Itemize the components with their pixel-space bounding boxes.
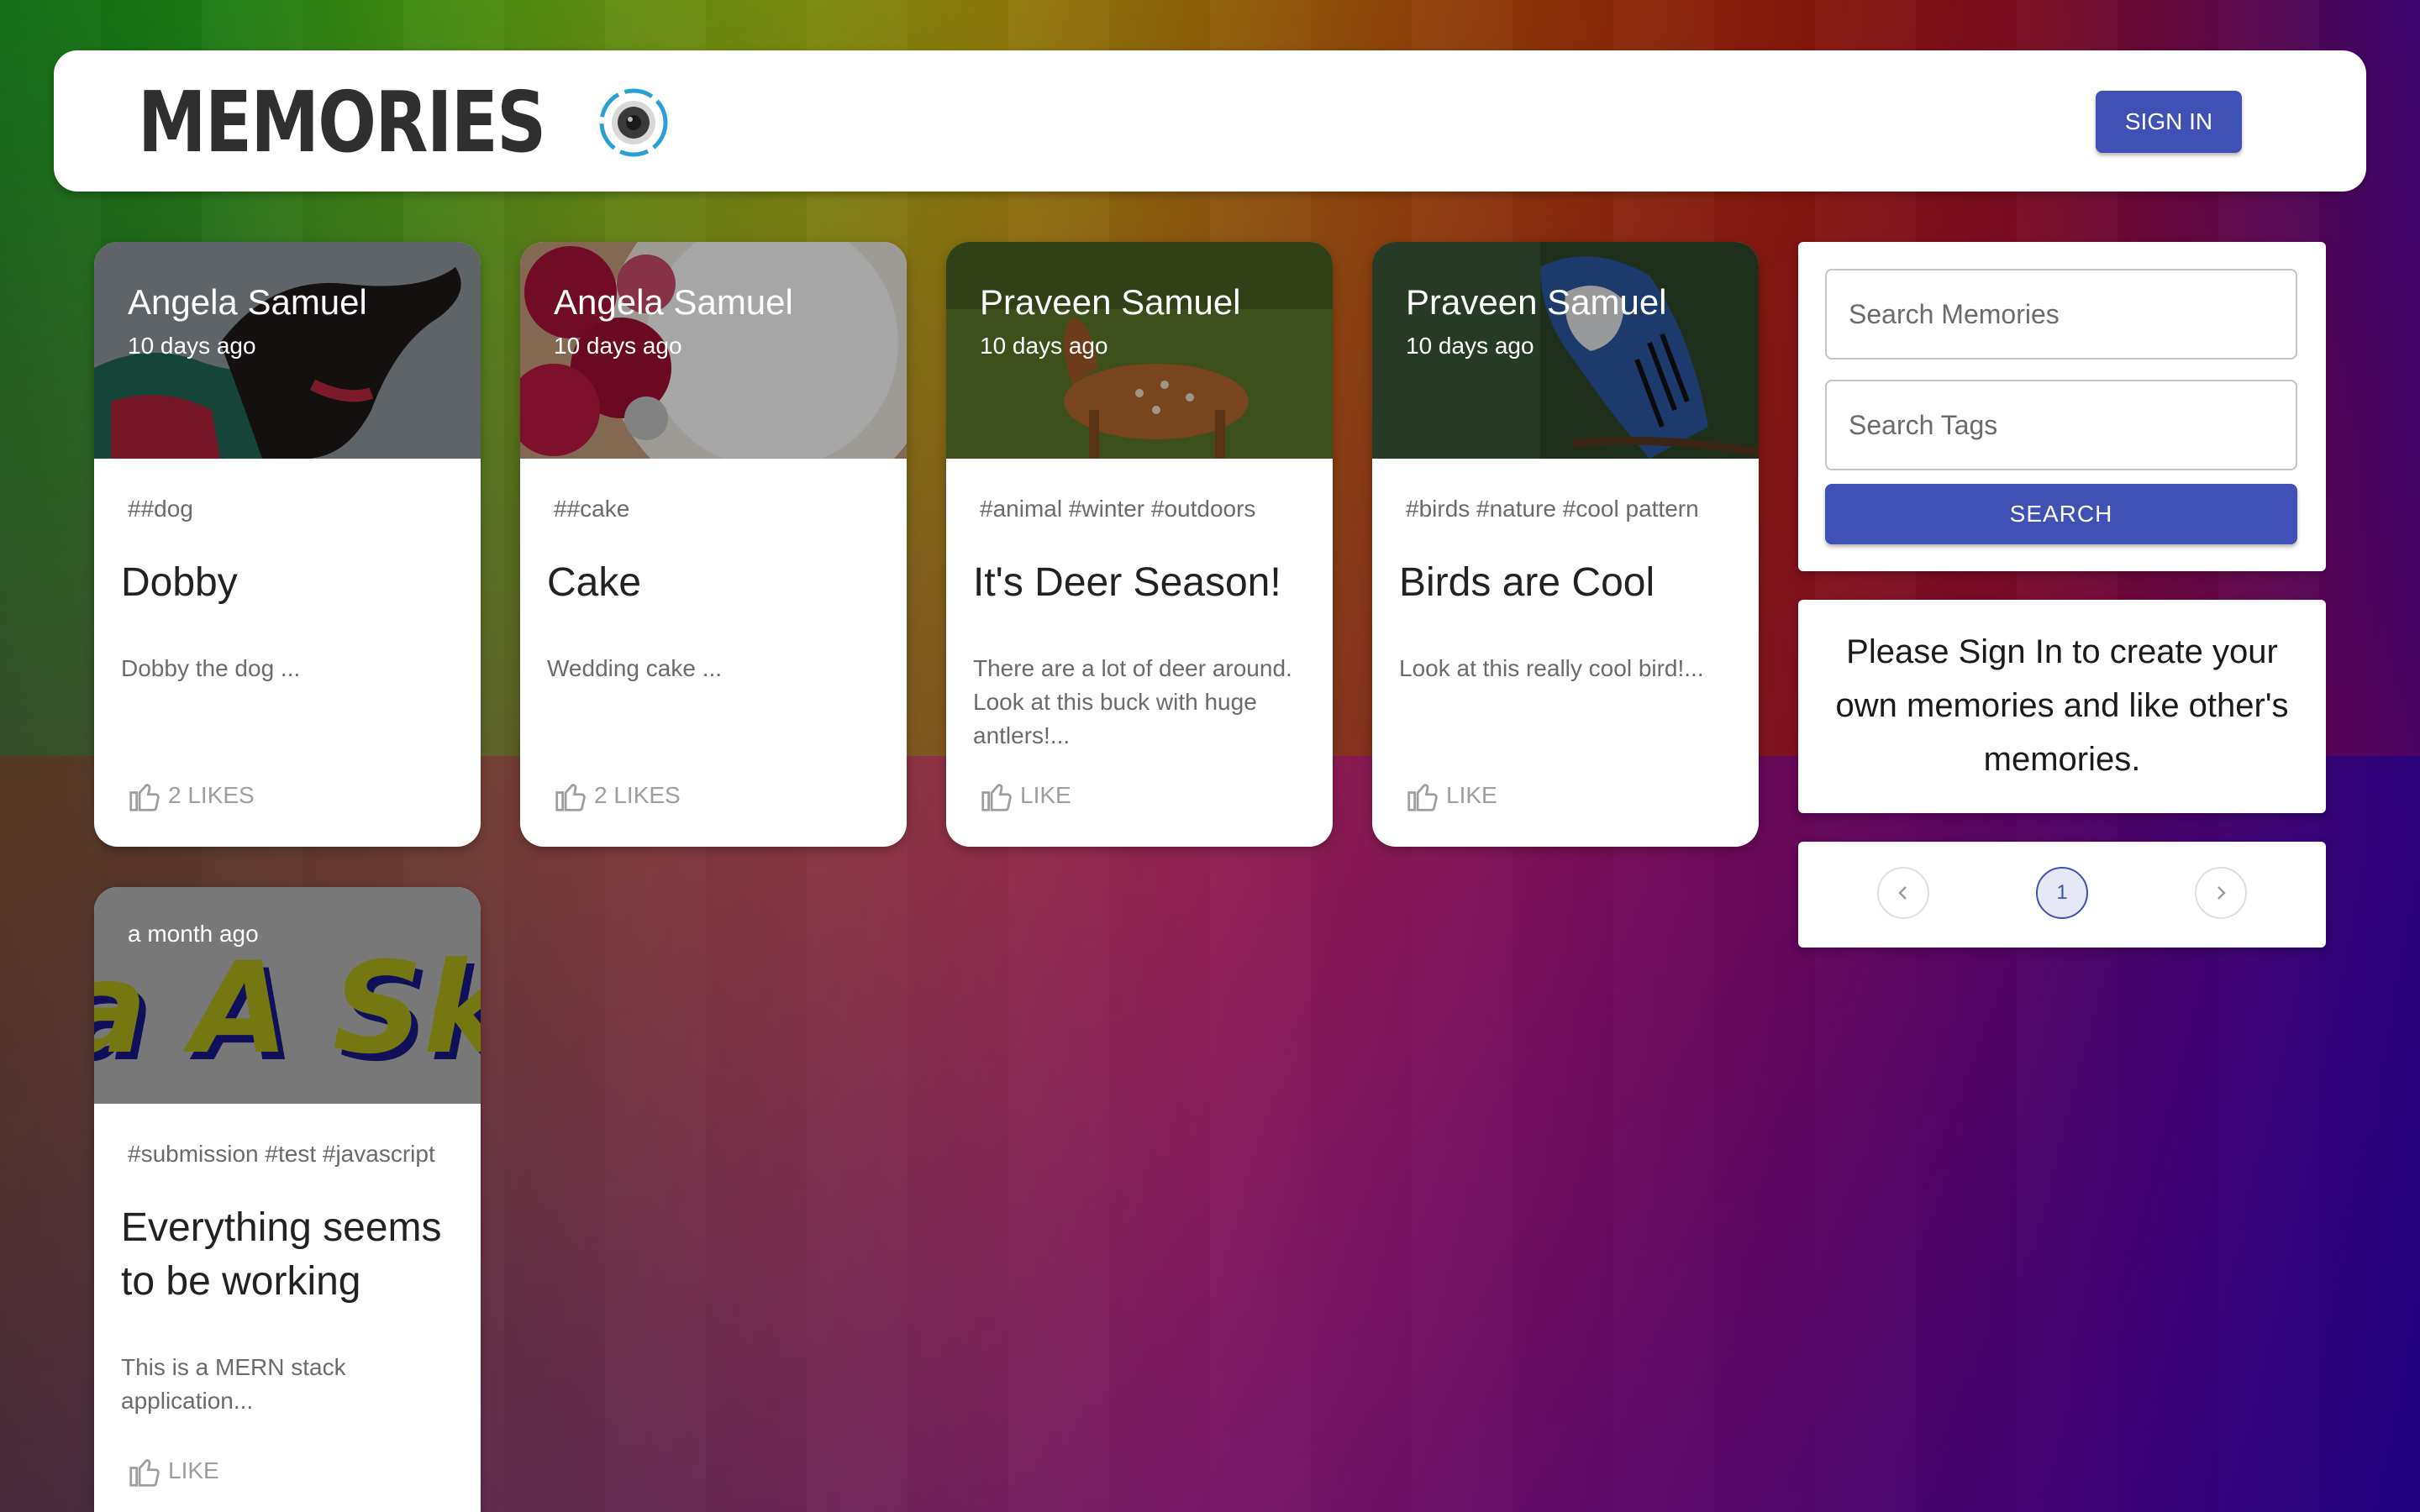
memory-card[interactable]: Praveen Samuel 10 days ago #animal #wint… <box>946 242 1333 847</box>
post-time: 10 days ago <box>1406 333 1534 359</box>
post-message: There are a lot of deer around. Look at … <box>973 655 1292 748</box>
like-button[interactable]: 2 LIKES <box>128 780 255 811</box>
like-count: 2 LIKES <box>594 782 681 808</box>
post-author: Praveen Samuel <box>980 282 1241 322</box>
like-button[interactable]: 2 LIKES <box>554 780 681 811</box>
chevron-right-icon <box>2217 886 2226 900</box>
app-bar: Memories SIGN IN <box>54 50 2366 192</box>
memory-card[interactable]: Praveen Samuel 10 days ago #birds #natur… <box>1372 242 1759 847</box>
like-button[interactable]: LIKE <box>980 780 1071 811</box>
like-count: 2 LIKES <box>168 782 255 808</box>
post-time: a month ago <box>128 921 259 947</box>
post-tags: #animal #winter #outdoors <box>980 496 1256 522</box>
post-title: Dobby <box>121 560 238 605</box>
like-button[interactable]: LIKE <box>128 1455 219 1487</box>
post-title: Birds are Cool <box>1399 560 1655 605</box>
memory-image: Praveen Samuel 10 days ago <box>946 242 1333 459</box>
post-author: Praveen Samuel <box>1406 282 1667 322</box>
search-memories-field[interactable] <box>1825 269 2297 360</box>
image-overlay <box>94 887 481 1104</box>
like-button[interactable]: LIKE <box>1406 780 1497 811</box>
thumb-up-icon <box>555 784 586 811</box>
post-author: Angela Samuel <box>554 282 793 322</box>
memory-card[interactable]: Angela Samuel 10 days ago ##cake Cake We… <box>520 242 907 847</box>
thumb-up-icon <box>129 784 160 811</box>
post-message: This is a MERN stack application... <box>121 1354 346 1414</box>
like-label: LIKE <box>1020 782 1071 808</box>
brand-title: Memories <box>138 73 546 171</box>
post-message: Dobby the dog ... <box>121 655 301 681</box>
post-time: 10 days ago <box>554 333 682 359</box>
search-tags-input[interactable] <box>1827 381 2296 469</box>
memory-image: Angela Samuel 10 days ago <box>520 242 907 459</box>
post-title: Cake <box>547 560 642 605</box>
thumb-up-icon <box>1407 784 1438 811</box>
post-tags: ##cake <box>554 496 630 522</box>
like-label: LIKE <box>168 1457 219 1483</box>
previous-page-button[interactable] <box>1877 867 1929 919</box>
post-tags: #submission #test #javascript <box>128 1141 435 1167</box>
post-message: Wedding cake ... <box>547 655 723 681</box>
post-tags: ##dog <box>128 496 193 522</box>
signin-notice-text: Please Sign In to create your own memori… <box>1835 633 2289 778</box>
search-tags-field[interactable] <box>1825 380 2297 470</box>
memory-image: Praveen Samuel 10 days ago <box>1372 242 1759 459</box>
next-page-button[interactable] <box>2195 867 2247 919</box>
post-time: 10 days ago <box>128 333 256 359</box>
pagination-panel: 1 <box>1798 842 2326 948</box>
thumb-up-icon <box>981 784 1012 811</box>
search-panel: SEARCH <box>1798 242 2326 571</box>
memory-image: a A Ske a A Ske a month ago <box>94 887 481 1104</box>
page-button-current[interactable]: 1 <box>2036 867 2088 919</box>
post-title: Everything seems to be working <box>121 1205 442 1304</box>
camera-lens-icon <box>599 88 668 157</box>
memory-image: Angela Samuel 10 days ago <box>94 242 481 459</box>
sign-in-button[interactable]: SIGN IN <box>2096 91 2242 153</box>
post-tags: #birds #nature #cool pattern <box>1406 496 1699 522</box>
chevron-left-icon <box>1898 886 1907 900</box>
search-button[interactable]: SEARCH <box>1825 484 2297 544</box>
post-title: It's Deer Season! <box>973 560 1281 605</box>
search-memories-input[interactable] <box>1827 270 2296 358</box>
thumb-up-icon <box>129 1459 160 1487</box>
like-label: LIKE <box>1446 782 1497 808</box>
memory-card[interactable]: a A Ske a A Ske a month ago #submission … <box>94 887 481 1512</box>
brand[interactable]: Memories <box>138 81 670 165</box>
post-time: 10 days ago <box>980 333 1108 359</box>
memory-card[interactable]: Angela Samuel 10 days ago ##dog Dobby Do… <box>94 242 481 847</box>
signin-notice-panel: Please Sign In to create your own memori… <box>1798 600 2326 813</box>
post-message: Look at this really cool bird!... <box>1399 655 1704 681</box>
post-author: Angela Samuel <box>128 282 367 322</box>
